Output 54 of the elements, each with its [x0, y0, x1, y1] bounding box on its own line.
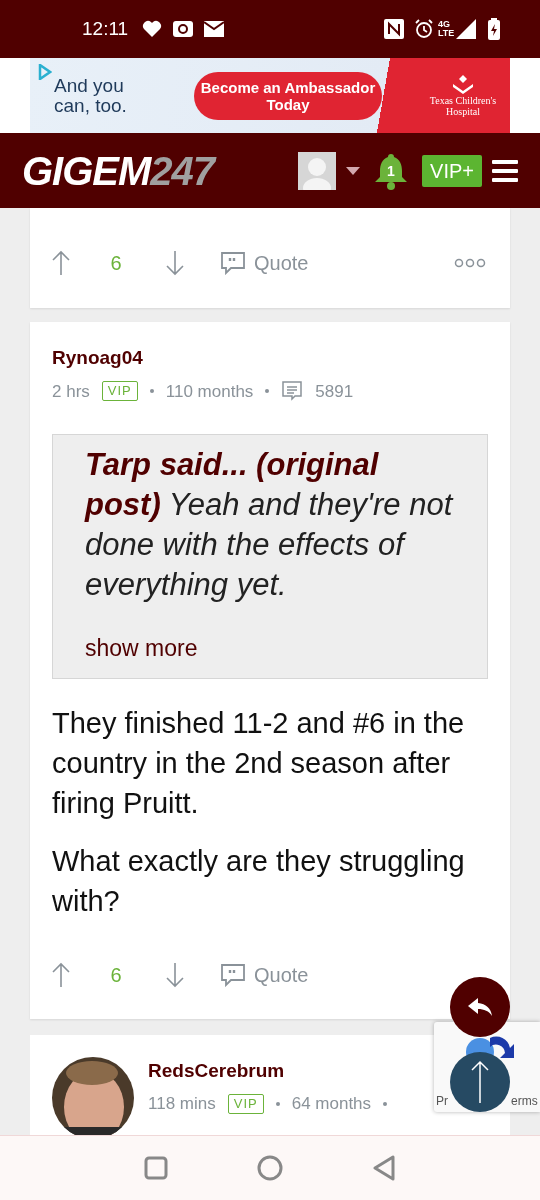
avatar-icon[interactable]: [298, 151, 337, 190]
recents-icon[interactable]: [144, 1156, 169, 1180]
author-name[interactable]: RedsCerebrum: [148, 1056, 388, 1085]
mail-icon: [204, 21, 225, 37]
upvote-icon[interactable]: [51, 961, 71, 988]
arrow-up-icon: [470, 1060, 490, 1104]
vip-badge: VIP: [101, 381, 138, 402]
downvote-icon[interactable]: [165, 961, 185, 988]
post-text: What exactly are they struggling with?: [52, 843, 466, 919]
back-icon[interactable]: [371, 1155, 396, 1181]
downvote-icon[interactable]: [165, 250, 185, 276]
reply-icon: [466, 996, 494, 1018]
heart-icon: [142, 20, 163, 38]
separator-dot-icon: [275, 1101, 280, 1106]
sponsor-name: Texas Children's Hospital: [428, 94, 498, 117]
signal-icon: [456, 19, 476, 39]
member-tenure: 110 months: [165, 380, 254, 403]
separator-dot-icon: [149, 389, 154, 394]
vote-count: 6: [109, 962, 123, 988]
quote-text: Tarp said... (original post) Yeah and they're not done with the effects of everything yet.: [85, 446, 455, 604]
quote-icon: [220, 962, 246, 987]
quote-icon: [220, 251, 246, 275]
comment-icon: [281, 380, 304, 403]
ad-cta-button[interactable]: Become an Ambassador Today: [194, 71, 382, 120]
show-more-link[interactable]: show more: [85, 631, 455, 666]
recaptcha-link[interactable]: Pr: [436, 1092, 448, 1110]
bell-icon[interactable]: [374, 151, 409, 190]
vip-badge: VIP: [227, 1093, 264, 1114]
network-label: 4G LTE: [438, 20, 456, 38]
more-icon[interactable]: [454, 258, 486, 268]
member-tenure: 64 months: [291, 1093, 372, 1115]
ad-banner[interactable]: And you can, too. Become an Ambassador Today Texas Children's Hospital: [30, 58, 510, 133]
alarm-icon: [414, 19, 434, 39]
play-icon: [38, 64, 52, 80]
author-name[interactable]: Rynoag04: [52, 344, 488, 373]
nfc-icon: [384, 19, 404, 39]
separator-dot-icon: [383, 1101, 388, 1106]
caret-icon[interactable]: [346, 166, 361, 175]
post-count: 5891: [315, 380, 354, 403]
post-time: 118 mins: [148, 1093, 216, 1115]
notification-count: 1: [387, 161, 395, 181]
post-text: They finished 11-2 and #6 in the country in the 2nd season after firing Pruitt.: [52, 705, 466, 821]
separator-dot-icon: [265, 389, 270, 394]
vote-count: 6: [109, 251, 123, 276]
clock: 12:11: [82, 16, 129, 41]
site-logo[interactable]: GIGEM247: [22, 140, 215, 201]
battery-icon: [488, 18, 500, 40]
home-icon[interactable]: [257, 1155, 283, 1181]
upvote-icon[interactable]: [51, 250, 71, 276]
hospital-logo-icon: [452, 74, 474, 95]
recaptcha-link[interactable]: erms: [511, 1092, 538, 1110]
ad-headline: And you can, too.: [54, 75, 128, 116]
post-time: 2 hrs: [52, 380, 90, 403]
menu-icon[interactable]: [492, 159, 518, 182]
